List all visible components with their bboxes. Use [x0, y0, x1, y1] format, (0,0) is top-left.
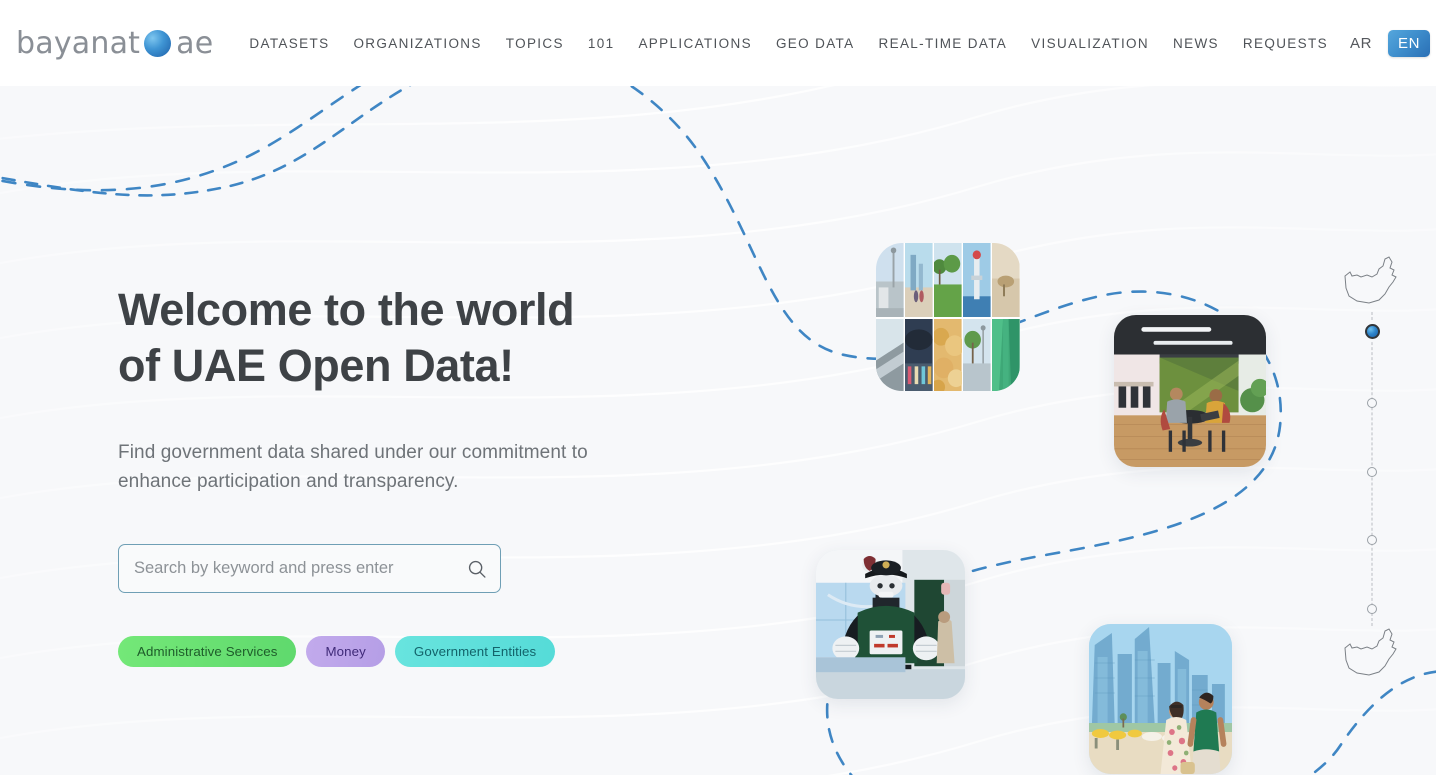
lang-button-ar[interactable]: AR [1340, 30, 1382, 57]
mosaic-tile [931, 318, 965, 391]
nav-item-applications[interactable]: APPLICATIONS [626, 26, 763, 61]
uae-map-outline-icon-top [1344, 256, 1397, 304]
gradient-circle-icon [144, 29, 172, 57]
nav-item-visualization[interactable]: VISUALIZATION [1019, 26, 1161, 61]
robot-photo [816, 550, 965, 699]
search-button[interactable] [463, 555, 491, 583]
logo-wordmark: bayanat [16, 25, 141, 61]
nav-item-101[interactable]: 101 [576, 26, 627, 61]
photo-card-robot[interactable] [816, 550, 965, 699]
mosaic-tile [963, 318, 991, 391]
nav-item-geo-data[interactable]: GEO DATA [764, 26, 867, 61]
nav-item-datasets[interactable]: DATASETS [237, 26, 341, 61]
carousel-dot-3[interactable] [1367, 466, 1377, 477]
chip-government-entities[interactable]: Government Entities [394, 636, 556, 668]
page-title: Welcome to the world of UAE Open Data! [118, 284, 575, 391]
mosaic-tile [905, 318, 933, 391]
mosaic-tile [992, 318, 1020, 391]
mosaic-tile [992, 243, 1020, 318]
mosaic-tile [932, 243, 962, 318]
chip-money[interactable]: Money [306, 636, 385, 668]
hero-subtitle: Find government data shared under our co… [118, 442, 588, 492]
office-photo [1114, 315, 1266, 467]
carousel-dot-2[interactable] [1367, 397, 1377, 408]
search-icon [468, 560, 486, 578]
search-input[interactable] [118, 544, 501, 593]
carousel-dot-1[interactable] [1364, 324, 1380, 339]
nav-item-organizations[interactable]: ORGANIZATIONS [341, 26, 493, 61]
site-logo[interactable]: bayanat ae [16, 23, 213, 63]
mosaic-tile [905, 243, 933, 318]
hero-section: Welcome to the world of UAE Open Data! F… [0, 86, 1436, 775]
mosaic-tile [963, 243, 991, 318]
mosaic-tile [876, 243, 904, 318]
language-switcher: AR EN [1340, 29, 1436, 57]
chip-administrative-services[interactable]: Administrative Services [118, 636, 297, 668]
site-header: bayanat ae DATASETS ORGANIZATIONS TOPICS… [0, 0, 1436, 86]
nav-item-real-time-data[interactable]: REAL-TIME DATA [867, 26, 1020, 61]
nav-item-topics[interactable]: TOPICS [494, 26, 576, 61]
carousel-dot-4[interactable] [1367, 535, 1377, 546]
hero-carousel-rail [1334, 254, 1410, 684]
main-navigation: DATASETS ORGANIZATIONS TOPICS 101 APPLIC… [237, 26, 1340, 61]
mosaic-tile [876, 318, 904, 391]
photo-card-office[interactable] [1114, 315, 1266, 467]
topic-chip-list: Administrative Services Money Government… [118, 636, 738, 668]
lang-button-en[interactable]: EN [1388, 29, 1431, 57]
nav-item-news[interactable]: NEWS [1161, 26, 1231, 61]
carousel-dots [1357, 312, 1387, 626]
city-photo [1089, 624, 1232, 774]
photo-mosaic-grid[interactable] [876, 243, 1020, 391]
search-bar [118, 544, 501, 593]
logo-tld: ae [176, 25, 214, 61]
hero-content: Welcome to the world of UAE Open Data! F… [118, 282, 738, 668]
photo-card-city[interactable] [1089, 624, 1232, 774]
nav-item-requests[interactable]: REQUESTS [1231, 26, 1340, 61]
carousel-dot-5[interactable] [1367, 604, 1377, 614]
uae-map-outline-icon-bottom [1344, 628, 1397, 676]
